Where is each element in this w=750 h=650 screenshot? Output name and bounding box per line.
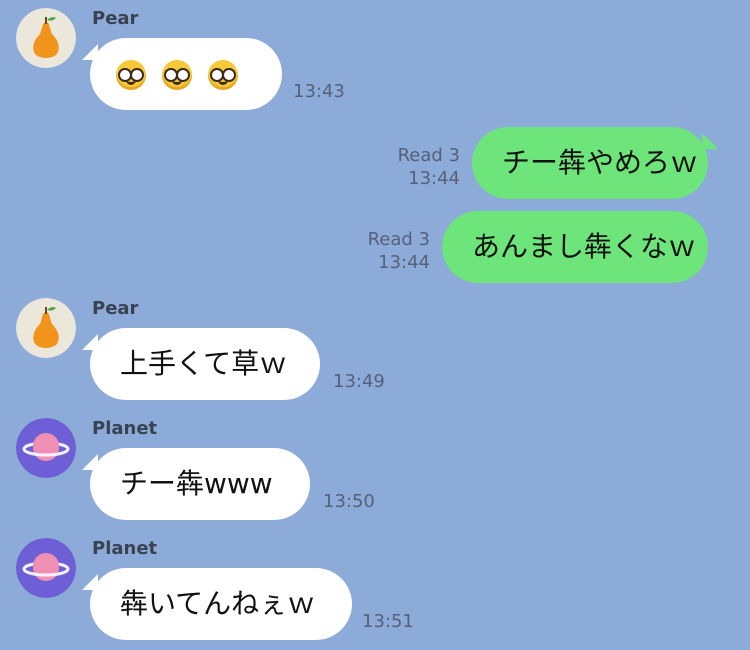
planet-icon [16, 538, 76, 598]
message-meta: Read 3 13:44 [380, 144, 460, 190]
message-bubble[interactable]: 上手くて草ｗ [90, 328, 320, 400]
message-bubble[interactable]: 犇いてんねぇｗ [90, 568, 352, 640]
message-bubble[interactable]: チー犇www [90, 448, 310, 520]
sender-name: Planet [92, 538, 158, 559]
message-text: 犇いてんねぇｗ [120, 587, 316, 620]
avatar-pear[interactable] [16, 298, 76, 358]
planet-icon [16, 418, 76, 478]
avatar-planet[interactable] [16, 538, 76, 598]
message-text: チー犇やめろｗ [502, 146, 699, 179]
sender-name: Pear [92, 298, 139, 319]
message-time: 13:44 [408, 168, 460, 189]
sender-name: Pear [92, 8, 139, 29]
message-text: チー犇www [120, 467, 273, 500]
nerd-face-emoji [208, 60, 238, 90]
message-text: あんまし犇くなｗ [472, 230, 697, 263]
nerd-face-emoji [116, 60, 146, 90]
read-receipt: Read 3 [397, 145, 460, 166]
avatar-planet[interactable] [16, 418, 76, 478]
message-time: 13:44 [378, 252, 430, 273]
message-time: 13:43 [293, 81, 345, 102]
avatar-pear[interactable] [16, 8, 76, 68]
read-receipt: Read 3 [367, 229, 430, 250]
message-bubble[interactable]: チー犇やめろｗ [472, 127, 708, 199]
message-time: 13:51 [362, 611, 414, 632]
nerd-face-emoji [162, 60, 192, 90]
message-time: 13:50 [323, 491, 375, 512]
bubble-tail [702, 133, 718, 149]
message-bubble[interactable]: あんまし犇くなｗ [442, 211, 708, 283]
message-meta: Read 3 13:44 [350, 228, 430, 274]
message-time: 13:49 [333, 371, 385, 392]
sender-name: Planet [92, 418, 158, 439]
message-text: 上手くて草ｗ [120, 347, 288, 380]
message-bubble[interactable] [90, 38, 282, 110]
pear-icon [16, 298, 76, 358]
pear-icon [16, 8, 76, 68]
